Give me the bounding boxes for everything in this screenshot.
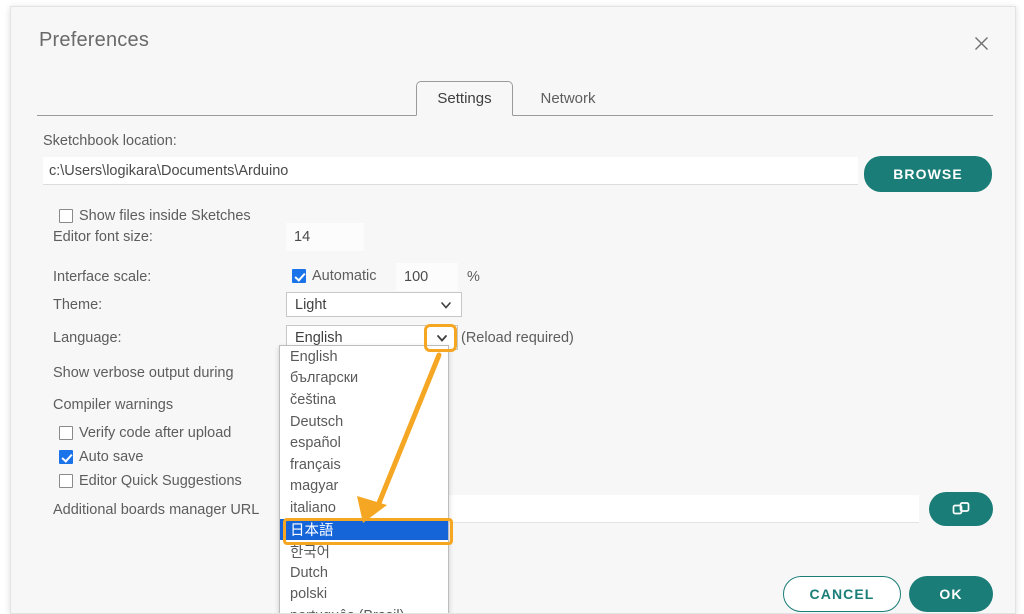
interface-scale-unit: %	[467, 269, 480, 285]
tab-network[interactable]: Network	[524, 81, 612, 116]
show-files-inside-sketches-label: Show files inside Sketches	[79, 208, 251, 224]
editor-quick-suggestions-row[interactable]: Editor Quick Suggestions	[59, 473, 242, 489]
language-option[interactable]: français	[280, 454, 448, 476]
open-windows-icon-button[interactable]	[929, 492, 993, 526]
language-option[interactable]: português (Brasil)	[280, 605, 448, 613]
language-label: Language:	[53, 330, 122, 346]
page-title: Preferences	[39, 29, 150, 51]
language-value: English	[295, 329, 343, 346]
sketchbook-location-value: c:\Users\logikara\Documents\Arduino	[49, 162, 289, 179]
interface-scale-automatic-row[interactable]: Automatic	[292, 268, 376, 284]
compiler-warnings-label: Compiler warnings	[53, 397, 174, 413]
verify-code-after-upload-label: Verify code after upload	[79, 425, 232, 441]
interface-scale-automatic-label: Automatic	[312, 268, 377, 284]
close-icon[interactable]	[967, 29, 995, 57]
sketchbook-location-label: Sketchbook location:	[43, 133, 177, 149]
language-option[interactable]: magyar	[280, 476, 448, 498]
tab-underline	[37, 115, 993, 116]
language-option[interactable]: Deutsch	[280, 411, 448, 433]
preferences-dialog: Preferences Settings Network Sketchbook …	[10, 6, 1016, 614]
language-reload-note: (Reload required)	[461, 330, 574, 346]
tab-settings[interactable]: Settings	[416, 81, 513, 116]
tab-settings-label: Settings	[437, 90, 492, 107]
language-option[interactable]: español	[280, 432, 448, 454]
verify-code-after-upload-checkbox[interactable]	[59, 426, 73, 440]
verify-code-after-upload-row[interactable]: Verify code after upload	[59, 425, 231, 441]
chevron-down-icon	[437, 334, 447, 342]
language-option[interactable]: 한국어	[280, 540, 448, 562]
auto-save-checkbox[interactable]	[59, 450, 73, 464]
language-option[interactable]: italiano	[280, 497, 448, 519]
language-dropdown-list[interactable]: English български čeština Deutsch español fra…	[279, 345, 449, 613]
show-files-inside-sketches-checkbox-row[interactable]: Show files inside Sketches	[59, 208, 251, 224]
language-option[interactable]: čeština	[280, 389, 448, 411]
language-option[interactable]: български	[280, 368, 448, 390]
theme-value: Light	[295, 296, 327, 313]
interface-scale-value: 100	[404, 269, 429, 285]
language-option[interactable]: polski	[280, 584, 448, 606]
additional-boards-urls-label: Additional boards manager URL	[53, 502, 260, 518]
interface-scale-automatic-checkbox[interactable]	[292, 269, 306, 283]
cancel-button[interactable]: CANCEL	[783, 576, 901, 612]
auto-save-row[interactable]: Auto save	[59, 449, 144, 465]
tabstrip: Settings Network	[37, 80, 993, 116]
language-option[interactable]: 日本語	[280, 518, 448, 541]
theme-select[interactable]: Light	[286, 292, 462, 317]
ok-button[interactable]: OK	[909, 576, 993, 612]
show-files-inside-sketches-checkbox[interactable]	[59, 209, 73, 223]
interface-scale-label: Interface scale:	[53, 269, 152, 285]
tab-network-label: Network	[540, 90, 596, 107]
open-windows-icon	[952, 502, 970, 515]
show-verbose-output-label: Show verbose output during	[53, 365, 234, 381]
editor-font-size-input[interactable]: 14	[286, 223, 364, 251]
browse-button[interactable]: BROWSE	[864, 156, 992, 192]
editor-font-size-label: Editor font size:	[53, 229, 153, 245]
editor-font-size-value: 14	[294, 229, 311, 245]
editor-quick-suggestions-checkbox[interactable]	[59, 474, 73, 488]
editor-quick-suggestions-label: Editor Quick Suggestions	[79, 473, 242, 489]
theme-label: Theme:	[53, 297, 103, 313]
sketchbook-location-input[interactable]: c:\Users\logikara\Documents\Arduino	[43, 157, 858, 185]
language-option[interactable]: Dutch	[280, 562, 448, 584]
auto-save-label: Auto save	[79, 449, 144, 465]
settings-panel: Sketchbook location: c:\Users\logikara\D…	[11, 117, 1015, 613]
chevron-down-icon	[441, 301, 451, 309]
interface-scale-input[interactable]: 100	[396, 263, 458, 291]
dialog-titlebar: Preferences	[11, 7, 1015, 69]
language-option[interactable]: English	[280, 346, 448, 368]
